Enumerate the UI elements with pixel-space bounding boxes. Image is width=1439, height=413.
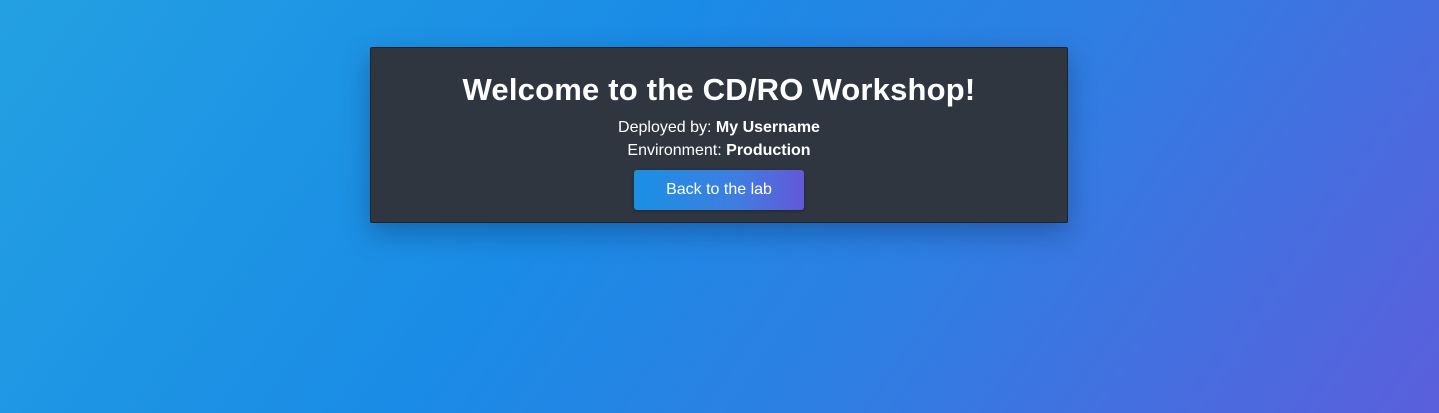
deployed-by-line: Deployed by: My Username (371, 116, 1067, 139)
page-background: { "card": { "title": "Welcome to the CD/… (0, 0, 1439, 413)
environment-line: Environment: Production (371, 139, 1067, 162)
back-to-lab-button[interactable]: Back to the lab (634, 170, 804, 210)
page-title: Welcome to the CD/RO Workshop! (462, 72, 976, 107)
welcome-card: Welcome to the CD/RO Workshop! Deployed … (370, 47, 1068, 223)
environment-label: Environment: (627, 142, 727, 159)
environment-value: Production (726, 142, 811, 159)
deployed-by-label: Deployed by: (618, 119, 716, 136)
deployed-by-value: My Username (715, 119, 820, 136)
